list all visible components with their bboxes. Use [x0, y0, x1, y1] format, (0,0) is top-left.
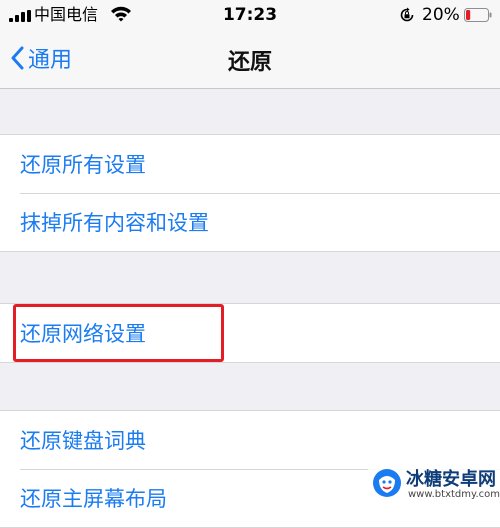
status-bar: 中国电信 17:23 20% — [0, 0, 500, 30]
page-title: 还原 — [227, 50, 272, 75]
watermark-logo-icon — [373, 469, 401, 497]
reset-keyboard-dictionary-cell[interactable]: 还原键盘词典 — [0, 411, 500, 469]
navigation-bar: 通用 还原 — [0, 30, 500, 89]
watermark: 冰糖安卓网 www.btxtdmy.com — [368, 462, 500, 504]
battery-icon — [464, 8, 492, 22]
rotation-lock-icon — [400, 7, 414, 22]
battery-percentage: 20% — [422, 5, 460, 25]
watermark-name: 冰糖安卓网 — [406, 469, 496, 490]
highlight-annotation — [13, 304, 224, 362]
reset-all-settings-cell[interactable]: 还原所有设置 — [0, 135, 500, 193]
erase-all-content-cell[interactable]: 抹掉所有内容和设置 — [0, 193, 500, 251]
cell-label: 还原所有设置 — [20, 153, 146, 177]
watermark-url: www.btxtdmy.com — [408, 489, 500, 500]
battery-level-fill — [466, 10, 471, 20]
cell-label: 抹掉所有内容和设置 — [20, 211, 209, 235]
cell-label: 还原键盘词典 — [20, 429, 146, 453]
reset-group-1: 还原所有设置 抹掉所有内容和设置 — [0, 134, 500, 252]
cell-label: 还原主屏幕布局 — [20, 487, 167, 511]
